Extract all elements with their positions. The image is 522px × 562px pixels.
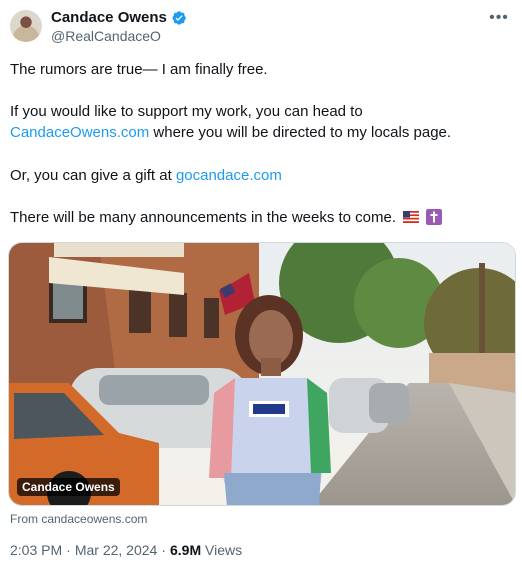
verified-badge-icon [172,10,186,25]
views-label: Views [205,542,243,558]
meta-separator: · [66,542,71,558]
more-options-button[interactable]: ••• [486,8,512,28]
more-horizontal-icon: ••• [489,9,509,26]
tweet-text-line-4: Or, you can give a gift at gocandace.com [10,166,282,186]
tweet: Candace Owens @RealCandaceO ••• The rumo… [0,0,522,562]
tweet-text-line-5: There will be many announcements in the … [10,208,443,228]
tweet-text-line-1: The rumors are true— I am finally free. [10,61,268,78]
views-stat: 6.9M Views [170,542,242,558]
candaceowens-link[interactable]: CandaceOwens.com [10,124,149,141]
tweet-text-line-4-pre: Or, you can give a gift at [10,167,176,184]
tweet-meta: 2:03 PM · Mar 22, 2024 · 6.9M Views [10,542,242,558]
tweet-image[interactable] [8,242,516,506]
author-name[interactable]: Candace Owens [51,9,167,26]
gocandace-link[interactable]: gocandace.com [176,167,282,184]
latin-cross-emoji-icon [426,209,443,225]
avatar[interactable] [10,10,42,42]
meta-separator: · [161,542,166,558]
tweet-date[interactable]: Mar 22, 2024 [75,542,158,558]
tweet-text-line-5-text: There will be many announcements in the … [10,209,397,226]
photo-street-scene [9,243,515,505]
tweet-time[interactable]: 2:03 PM [10,542,62,558]
tweet-text-line-2: If you would like to support my work, yo… [10,103,363,120]
tweet-text-line-3: CandaceOwens.com where you will be direc… [10,123,451,143]
views-count: 6.9M [169,542,202,558]
author-handle[interactable]: @RealCandaceO [51,28,161,44]
card-source[interactable]: From candaceowens.com [10,512,147,526]
media-label: Candace Owens [17,478,120,496]
tweet-text-line-3-rest: where you will be directed to my locals … [149,124,452,141]
us-flag-emoji-icon [403,211,420,223]
author-row: Candace Owens [51,9,187,26]
